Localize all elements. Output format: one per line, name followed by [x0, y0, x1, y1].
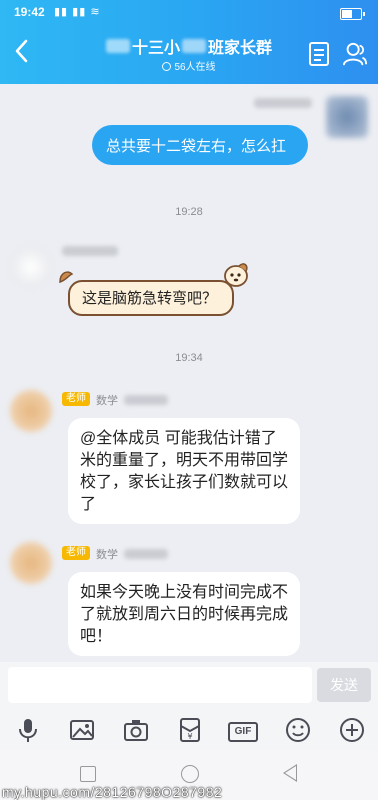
- message-input[interactable]: [8, 667, 312, 703]
- redacted-block: [105, 39, 130, 53]
- status-bar: 19:42 ▮▮ ▮▮ ≋: [0, 0, 378, 26]
- plus-icon[interactable]: [338, 716, 366, 744]
- emoji-icon[interactable]: [284, 716, 312, 744]
- battery-icon: [340, 8, 365, 20]
- status-time: 19:42: [14, 5, 45, 19]
- timestamp: 19:28: [175, 206, 203, 218]
- teacher-badge: 老师: [62, 392, 90, 406]
- top-bar: 19:42 ▮▮ ▮▮ ≋ 十三小 班家长群 56人在线: [0, 0, 378, 84]
- recent-apps-button[interactable]: [80, 766, 96, 782]
- online-icon: [162, 62, 172, 71]
- red-packet-icon[interactable]: ¥: [176, 716, 204, 744]
- sender-subject: 数学: [96, 549, 118, 561]
- group-members-icon[interactable]: [342, 40, 368, 68]
- svg-text:¥: ¥: [187, 732, 192, 741]
- redacted-sender-name: [62, 246, 118, 256]
- avatar[interactable]: [10, 246, 52, 288]
- message-bubble[interactable]: 总共要十二袋左右，怎么扛: [92, 125, 308, 165]
- redacted-block: [182, 39, 206, 53]
- group-files-icon[interactable]: [306, 40, 332, 68]
- avatar[interactable]: [326, 96, 368, 138]
- dog-ear-icon: [59, 271, 74, 284]
- online-count-text: 56人在线: [174, 62, 216, 73]
- dog-head-icon: [224, 263, 248, 287]
- home-button[interactable]: [181, 765, 199, 783]
- avatar[interactable]: [10, 390, 52, 432]
- send-button[interactable]: 发送: [317, 668, 371, 702]
- redacted-sender-name: [254, 98, 312, 108]
- redacted-sender-name: [124, 395, 168, 405]
- microphone-icon[interactable]: [14, 716, 42, 744]
- group-title-suffix: 班家长群: [208, 40, 273, 57]
- image-icon[interactable]: [68, 716, 96, 744]
- message-bubble[interactable]: 如果今天晚上没有时间完成不了就放到周六日的时候再完成吧！: [68, 572, 300, 656]
- teacher-badge: 老师: [62, 546, 90, 560]
- chat-area[interactable]: 总共要十二袋左右，怎么扛 19:28 这是脑筋急转弯吧？ 19:34 老师 数学…: [0, 84, 378, 662]
- sender-subject: 数学: [96, 395, 118, 407]
- gif-label: GIF: [228, 722, 258, 742]
- avatar[interactable]: [10, 542, 52, 584]
- group-title: 十三小 班家长群: [105, 34, 273, 58]
- message-bubble[interactable]: @全体成员 可能我估计错了米的重量了，明天不用带回学校了，家长让孩子们数就可以了: [68, 418, 300, 524]
- redacted-sender-name: [124, 549, 168, 559]
- gif-icon[interactable]: GIF: [228, 716, 260, 744]
- input-toolbar: ¥ GIF: [0, 710, 378, 750]
- signal-icon: ▮▮ ▮▮ ≋: [54, 6, 101, 18]
- timestamp: 19:34: [175, 352, 203, 364]
- camera-icon[interactable]: [122, 716, 150, 744]
- back-button[interactable]: [283, 764, 297, 782]
- watermark: my.hupu.com/28126798O287982: [2, 784, 223, 800]
- sticker-bubble[interactable]: 这是脑筋急转弯吧？: [68, 280, 234, 316]
- group-title-prefix: 十三小: [131, 40, 180, 57]
- input-bar: 发送: [0, 662, 378, 710]
